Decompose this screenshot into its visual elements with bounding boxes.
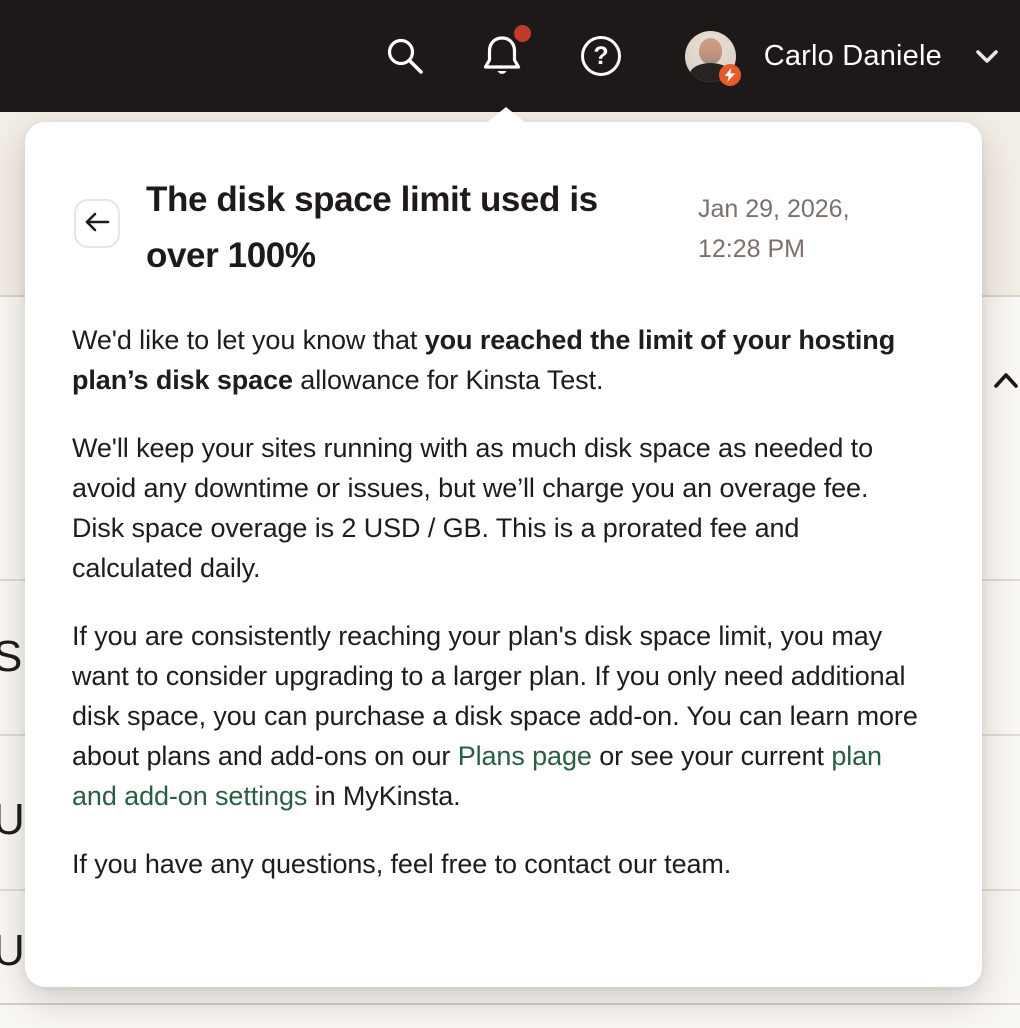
notification-popup: The disk space limit used is over 100% J…: [25, 122, 982, 987]
back-button[interactable]: [74, 199, 120, 248]
inline-link[interactable]: Plans page: [458, 741, 592, 771]
popup-notch: [485, 107, 527, 124]
lightning-badge-icon: [719, 64, 741, 86]
help-icon[interactable]: ?: [579, 34, 623, 78]
chevron-up-icon[interactable]: [993, 369, 1019, 395]
arrow-left-icon: [84, 211, 110, 236]
text-segment: or see your current: [592, 741, 832, 771]
notifications-bell-icon[interactable]: [479, 32, 525, 80]
notification-timestamp: Jan 29, 2026, 12:28 PM: [698, 189, 890, 269]
unread-notification-dot: [514, 25, 531, 42]
notification-paragraph: We'll keep your sites running with as mu…: [72, 428, 922, 588]
chevron-down-icon: [972, 41, 1002, 71]
notification-paragraph: We'd like to let you know that you reach…: [72, 320, 922, 400]
text-segment: We'll keep your sites running with as mu…: [72, 433, 873, 583]
topbar: ? Carlo Daniele: [0, 0, 1020, 112]
notification-title: The disk space limit used is over 100%: [146, 172, 686, 284]
user-name: Carlo Daniele: [764, 40, 942, 73]
user-menu[interactable]: Carlo Daniele: [685, 31, 1002, 82]
text-segment: If you have any questions, feel free to …: [72, 849, 731, 879]
popup-header: The disk space limit used is over 100% J…: [25, 122, 982, 284]
notification-body: We'd like to let you know that you reach…: [25, 284, 982, 884]
text-segment: We'd like to let you know that: [72, 325, 425, 355]
text-segment: in MyKinsta.: [307, 781, 460, 811]
screen: SD US US ?: [0, 0, 1020, 1028]
notification-paragraph: If you are consistently reaching your pl…: [72, 616, 922, 816]
divider: [0, 1003, 1020, 1005]
text-segment: allowance for Kinsta Test.: [293, 365, 603, 395]
avatar-face: [699, 38, 722, 64]
notification-paragraph: If you have any questions, feel free to …: [72, 844, 922, 884]
avatar: [685, 31, 736, 82]
svg-text:?: ?: [593, 42, 608, 70]
search-icon[interactable]: [383, 34, 427, 78]
